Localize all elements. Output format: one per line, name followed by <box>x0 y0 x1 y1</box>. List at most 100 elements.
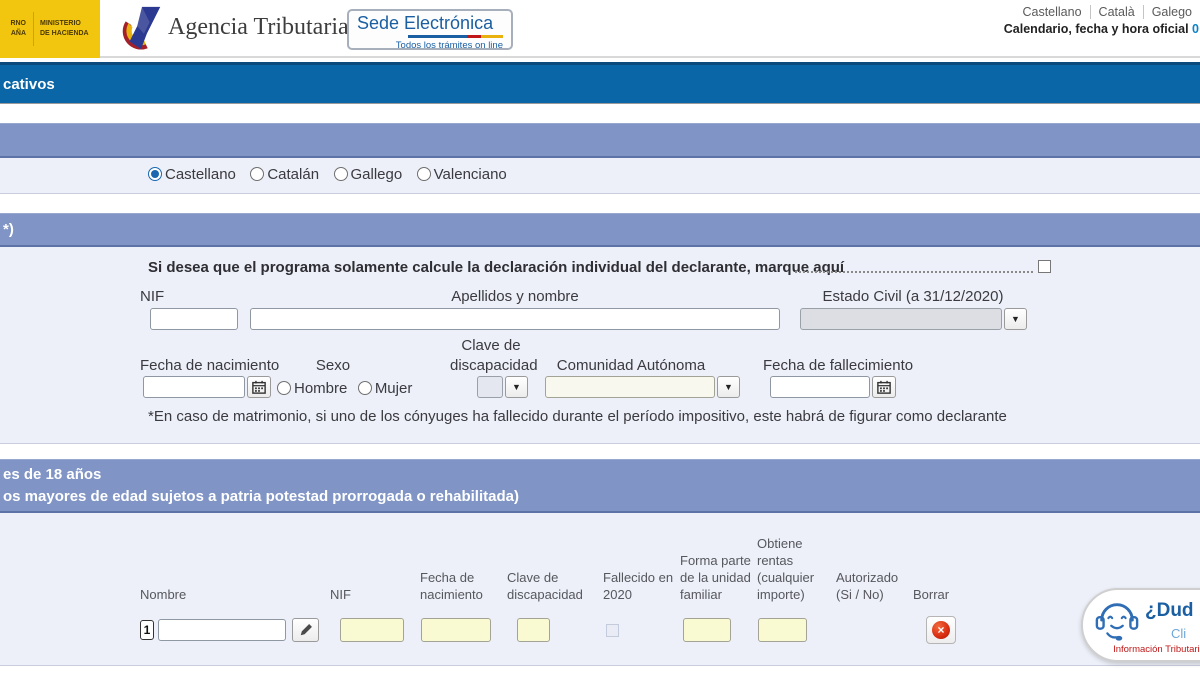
radio-valenciano-label[interactable]: Valenciano <box>434 166 507 183</box>
lang-link-catala[interactable]: Català <box>1090 5 1143 19</box>
radio-castellano[interactable] <box>148 167 162 181</box>
marriage-footnote: *En caso de matrimonio, si uno de los có… <box>148 408 1007 425</box>
chat-subtitle: Cli <box>1171 626 1186 641</box>
gov-logo-fragment-line1: RNO <box>0 19 26 30</box>
sede-color-strip <box>357 35 503 38</box>
radio-sex-hombre[interactable] <box>277 381 291 395</box>
section-bar-children-line2: os mayores de edad sujetos a patria pote… <box>3 486 1200 508</box>
section-bar-declarant: *) <box>0 213 1200 247</box>
child-nif-field[interactable] <box>340 618 404 642</box>
birth-date-label: Fecha de nacimiento <box>140 357 279 374</box>
sex-mujer-label[interactable]: Mujer <box>375 380 413 397</box>
language-links: CastellanoCatalàGalego <box>1004 5 1200 19</box>
death-date-calendar-button[interactable] <box>872 376 896 398</box>
sede-electronica-badge[interactable]: Sede Electrónica Todos los trámites on l… <box>347 9 513 50</box>
name-label: Apellidos y nombre <box>250 288 780 305</box>
section-bar-declarant-text: *) <box>3 219 1200 241</box>
civil-status-label: Estado Civil (a 31/12/2020) <box>800 288 1026 305</box>
delete-row-button[interactable]: × <box>926 616 956 644</box>
children-table-header: Nombre NIF Fecha de nacimiento Clave de … <box>140 535 973 604</box>
ministry-line2: DE HACIENDA <box>40 29 89 40</box>
disability-label-line2: discapacidad <box>450 357 532 374</box>
col-header-unidad-familiar: Forma parte de la unidad familiar <box>680 552 757 603</box>
official-time-label: Calendario, fecha y hora oficial <box>1004 22 1192 36</box>
chat-footer: Información Tributaria <box>1089 644 1200 655</box>
col-header-fallecido: Fallecido en 2020 <box>603 569 680 603</box>
assistant-chat-widget[interactable]: ¿Dud Cli Información Tributaria <box>1081 588 1200 662</box>
sede-title: Sede Electrónica <box>357 13 503 34</box>
child-deceased-checkbox[interactable] <box>606 624 619 637</box>
child-birth-date-field[interactable] <box>421 618 491 642</box>
child-income-field[interactable] <box>758 618 807 642</box>
region-dropdown-button[interactable]: ▼ <box>717 376 740 398</box>
radio-catalan[interactable] <box>250 167 264 181</box>
page-title: cativos <box>3 76 55 93</box>
civil-status-select[interactable] <box>800 308 1002 330</box>
birth-date-input[interactable] <box>143 376 245 398</box>
row-number: 1 <box>140 620 154 640</box>
radio-sex-mujer[interactable] <box>358 381 372 395</box>
calendar-icon <box>877 380 891 394</box>
chat-title: ¿Dud <box>1145 600 1194 622</box>
col-header-borrar: Borrar <box>913 586 973 603</box>
pencil-icon <box>299 623 313 637</box>
aeat-logo-icon <box>118 5 166 53</box>
lang-link-galego[interactable]: Galego <box>1143 5 1200 19</box>
sex-hombre-label[interactable]: Hombre <box>294 380 347 397</box>
col-header-obtiene-rentas: Obtiene rentas (cualquier importe) <box>757 535 836 604</box>
radio-valenciano[interactable] <box>417 167 431 181</box>
radio-gallego[interactable] <box>334 167 348 181</box>
individual-declaration-checkbox[interactable] <box>1038 260 1051 273</box>
sede-subtitle: Todos los trámites on line <box>357 40 503 51</box>
ministry-line1: MINISTERIO <box>40 19 89 30</box>
col-header-fecha-nacimiento: Fecha de nacimiento <box>420 569 507 603</box>
official-time-link[interactable]: 0 <box>1192 22 1199 36</box>
calendar-icon <box>252 380 266 394</box>
disability-label-line1: Clave de <box>450 337 532 354</box>
dropdown-arrow-icon: ▼ <box>1011 314 1020 324</box>
children-table-zone: Nombre NIF Fecha de nacimiento Clave de … <box>0 513 1200 666</box>
death-date-input[interactable] <box>770 376 870 398</box>
death-date-label: Fecha de fallecimiento <box>763 357 913 374</box>
section-bar-language <box>0 123 1200 158</box>
page-title-bar: cativos <box>0 65 1200 104</box>
child-family-unit-field[interactable] <box>683 618 731 642</box>
disability-key-select[interactable] <box>477 376 503 398</box>
dropdown-arrow-icon: ▼ <box>512 382 521 392</box>
gov-logo-fragment-line2: AÑA <box>0 29 26 40</box>
sex-label: Sexo <box>300 357 366 374</box>
col-header-nif: NIF <box>330 586 420 603</box>
gov-logo-divider <box>33 12 34 46</box>
dotted-leader <box>795 271 1033 273</box>
government-logo: RNO AÑA MINISTERIO DE HACIENDA <box>0 0 100 58</box>
section-bar-children: es de 18 años os mayores de edad sujetos… <box>0 459 1200 513</box>
nif-label: NIF <box>140 288 164 305</box>
child-name-input[interactable] <box>158 619 286 641</box>
disability-key-dropdown-button[interactable]: ▼ <box>505 376 528 398</box>
child-disability-field[interactable] <box>517 618 550 642</box>
civil-status-dropdown-button[interactable]: ▼ <box>1004 308 1027 330</box>
individual-declaration-note: Si desea que el programa solamente calcu… <box>148 259 844 276</box>
dropdown-arrow-icon: ▼ <box>724 382 733 392</box>
official-time-row: Calendario, fecha y hora oficial 0 <box>1004 22 1200 36</box>
region-select[interactable] <box>545 376 715 398</box>
radio-catalan-label[interactable]: Catalán <box>267 166 319 183</box>
region-label: Comunidad Autónoma <box>545 357 717 374</box>
section-bar-children-line1: es de 18 años <box>3 464 1200 486</box>
edit-child-button[interactable] <box>292 618 319 642</box>
radio-gallego-label[interactable]: Gallego <box>351 166 403 183</box>
col-header-autorizado: Autorizado (Si / No) <box>836 569 913 603</box>
name-input[interactable] <box>250 308 780 330</box>
col-header-clave-discapacidad: Clave de discapacidad <box>507 569 603 603</box>
page-header: RNO AÑA MINISTERIO DE HACIENDA Agencia T… <box>0 0 1200 58</box>
birth-date-calendar-button[interactable] <box>247 376 271 398</box>
declarant-zone: Si desea que el programa solamente calcu… <box>0 247 1200 444</box>
lang-link-castellano[interactable]: Castellano <box>1014 5 1089 19</box>
nif-input[interactable] <box>150 308 238 330</box>
assistant-icon <box>1094 597 1140 645</box>
table-row: 1 × <box>140 616 973 644</box>
radio-castellano-label[interactable]: Castellano <box>165 166 236 183</box>
col-header-nombre: Nombre <box>140 586 330 603</box>
brand-title: Agencia Tributaria <box>168 14 349 41</box>
delete-icon: × <box>932 621 950 639</box>
